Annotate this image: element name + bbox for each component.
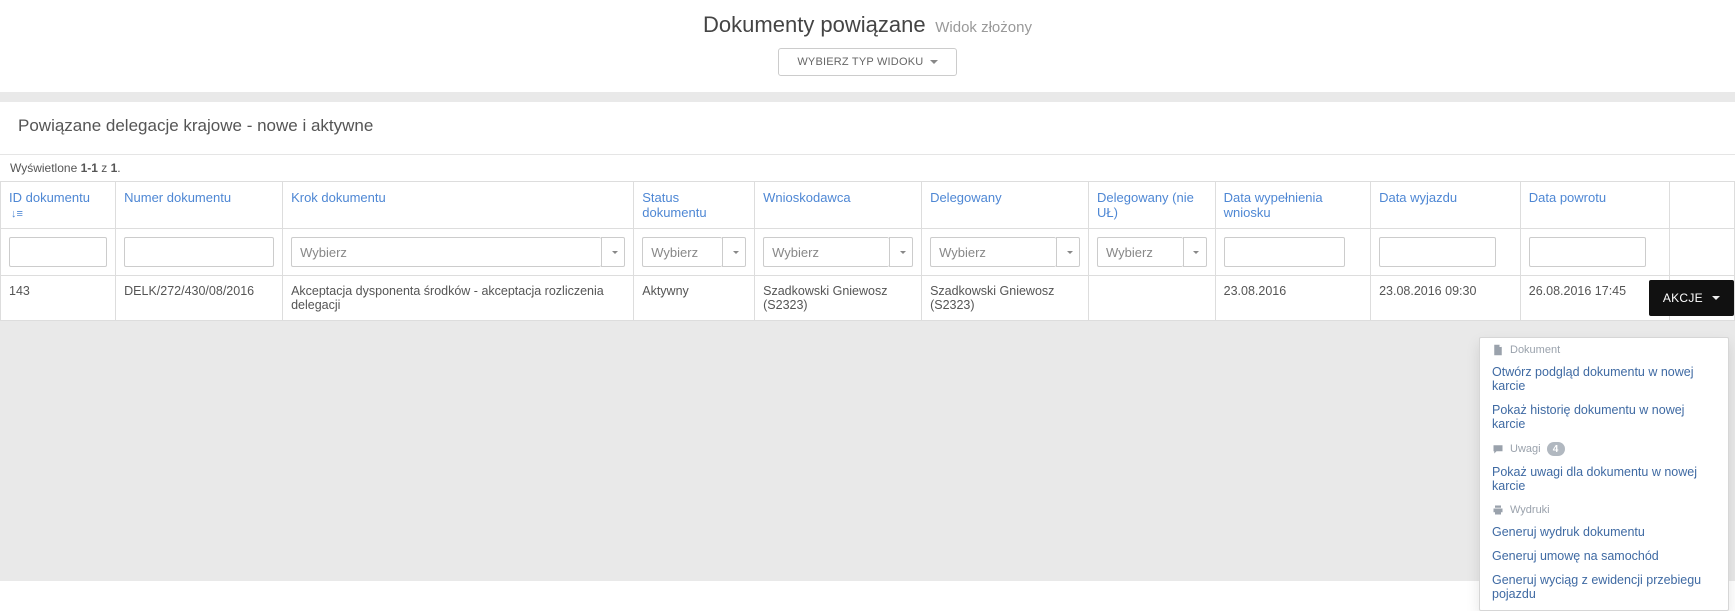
print-icon: [1492, 504, 1504, 516]
menu-show-history[interactable]: Pokaż historię dokumentu w nowej karcie: [1480, 398, 1728, 436]
filter-krok-select[interactable]: Wybierz: [291, 237, 601, 267]
dd-header-wydruki: Wydruki: [1480, 498, 1728, 520]
filter-delegowany-select[interactable]: Wybierz: [930, 237, 1056, 267]
cell-krok: Akceptacja dysponenta środków - akceptac…: [283, 276, 634, 321]
filter-data-wyp-input[interactable]: [1224, 237, 1346, 267]
filter-delegowany-nie-select[interactable]: Wybierz: [1097, 237, 1183, 267]
caret-down-icon: [930, 60, 938, 64]
col-delegowany[interactable]: Delegowany: [922, 182, 1089, 229]
cell-data-wyp: 23.08.2016: [1215, 276, 1370, 321]
caret-down-icon: [733, 251, 739, 254]
filter-delegowany-select-btn[interactable]: [1056, 237, 1080, 267]
cell-data-pow: 26.08.2016 17:45: [1520, 276, 1670, 321]
filter-numer-input[interactable]: [124, 237, 274, 267]
dd-header-dokument: Dokument: [1480, 338, 1728, 360]
menu-open-preview[interactable]: Otwórz podgląd dokumentu w nowej karcie: [1480, 360, 1728, 398]
actions-button[interactable]: AKCJE: [1649, 280, 1734, 316]
filter-status-select[interactable]: Wybierz: [642, 237, 722, 267]
filter-data-pow-input[interactable]: [1529, 237, 1646, 267]
page-subtitle: Widok złożony: [935, 19, 1032, 36]
col-wnioskodawca[interactable]: Wnioskodawca: [755, 182, 922, 229]
table-row: 143 DELK/272/430/08/2016 Akceptacja dysp…: [1, 276, 1735, 321]
comment-icon: [1492, 443, 1504, 455]
caret-down-icon: [1067, 251, 1073, 254]
caret-down-icon: [612, 251, 618, 254]
page-background: [0, 321, 1735, 581]
actions-dropdown: Dokument Otwórz podgląd dokumentu w nowe…: [1479, 337, 1729, 611]
filter-data-wyj-input[interactable]: [1379, 237, 1496, 267]
document-icon: [1492, 344, 1504, 356]
col-actions: [1670, 182, 1735, 229]
col-data-wyp[interactable]: Data wypełnienia wniosku: [1215, 182, 1370, 229]
section-title: Powiązane delegacje krajowe - nowe i akt…: [0, 102, 1735, 154]
col-id[interactable]: ID dokumentu ↓≡: [1, 182, 116, 229]
caret-down-icon: [1193, 251, 1199, 254]
filter-krok-select-btn[interactable]: [601, 237, 625, 267]
filter-status-select-btn[interactable]: [722, 237, 746, 267]
page-title: Dokumenty powiązane: [703, 12, 926, 37]
col-krok[interactable]: Krok dokumentu: [283, 182, 634, 229]
filter-row: Wybierz Wybierz Wybierz Wybierz: [1, 229, 1735, 276]
cell-status: Aktywny: [634, 276, 755, 321]
col-numer[interactable]: Numer dokumentu: [116, 182, 283, 229]
caret-down-icon: [1712, 296, 1720, 300]
filter-wnioskodawca-select-btn[interactable]: [889, 237, 913, 267]
result-summary: Wyświetlone 1-1 z 1.: [0, 155, 1735, 181]
page-header: Dokumenty powiązane Widok złożony WYBIER…: [0, 0, 1735, 92]
col-data-pow[interactable]: Data powrotu: [1520, 182, 1670, 229]
menu-show-comments[interactable]: Pokaż uwagi dla dokumentu w nowej karcie: [1480, 460, 1728, 498]
actions-label: AKCJE: [1663, 291, 1703, 305]
cell-id: 143: [1, 276, 116, 321]
divider-band: [0, 92, 1735, 102]
cell-delegowany: Szadkowski Gniewosz (S2323): [922, 276, 1089, 321]
data-table: ID dokumentu ↓≡ Numer dokumentu Krok dok…: [0, 181, 1735, 321]
filter-id-input[interactable]: [9, 237, 107, 267]
view-type-label: WYBIERZ TYP WIDOKU: [797, 56, 923, 68]
header-row: ID dokumentu ↓≡ Numer dokumentu Krok dok…: [1, 182, 1735, 229]
view-switch-wrap: WYBIERZ TYP WIDOKU: [0, 48, 1735, 76]
uwagi-count-badge: 4: [1547, 442, 1565, 456]
cell-numer: DELK/272/430/08/2016: [116, 276, 283, 321]
view-type-button[interactable]: WYBIERZ TYP WIDOKU: [778, 48, 956, 76]
caret-down-icon: [900, 251, 906, 254]
filter-delegowany-nie-select-btn[interactable]: [1183, 237, 1207, 267]
menu-gen-doc[interactable]: Generuj wydruk dokumentu: [1480, 520, 1728, 544]
filter-wnioskodawca-select[interactable]: Wybierz: [763, 237, 889, 267]
cell-actions: AKCJE: [1670, 276, 1735, 321]
sort-desc-icon: ↓≡: [11, 208, 23, 220]
cell-delegowany-nie: [1089, 276, 1216, 321]
dd-header-uwagi: Uwagi 4: [1480, 436, 1728, 460]
cell-wnioskodawca: Szadkowski Gniewosz (S2323): [755, 276, 922, 321]
menu-gen-mileage[interactable]: Generuj wyciąg z ewidencji przebiegu poj…: [1480, 568, 1728, 606]
col-data-wyj[interactable]: Data wyjazdu: [1371, 182, 1521, 229]
cell-data-wyj: 23.08.2016 09:30: [1371, 276, 1521, 321]
col-status[interactable]: Status dokumentu: [634, 182, 755, 229]
col-delegowany-nie[interactable]: Delegowany (nie UŁ): [1089, 182, 1216, 229]
